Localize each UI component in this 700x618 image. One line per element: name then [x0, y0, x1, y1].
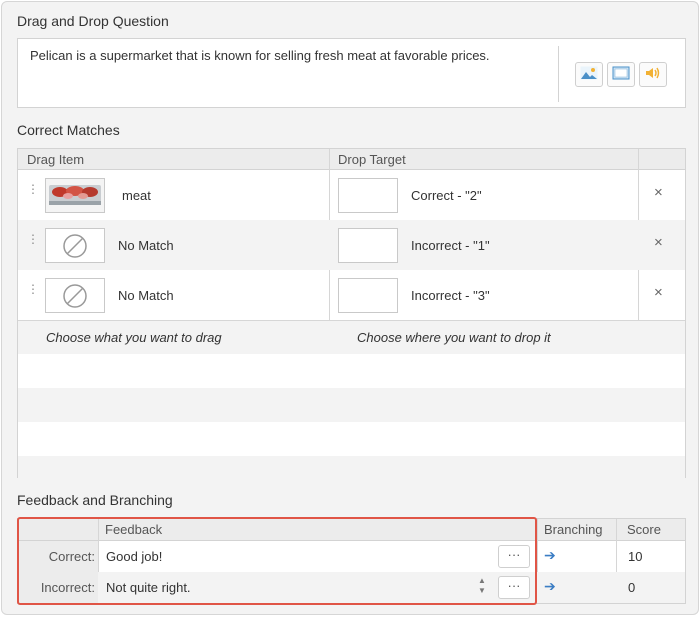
video-icon [612, 66, 630, 83]
drag-handle-icon[interactable]: ⋮ [27, 283, 39, 295]
branching-arrow-icon[interactable]: ➔ [544, 578, 556, 595]
drag-item-label: meat [122, 188, 151, 203]
feedback-section-title: Feedback and Branching [17, 492, 173, 508]
drag-drop-editor-panel: Drag and Drop Question Pelican is a supe… [1, 1, 699, 615]
insert-audio-button[interactable] [639, 62, 667, 87]
matches-header: Drag Item Drop Target [18, 149, 685, 170]
drag-item-label: No Match [118, 288, 174, 303]
drop-target-box[interactable] [338, 278, 398, 313]
insert-image-button[interactable] [575, 62, 603, 87]
image-icon [580, 66, 598, 83]
empty-row [18, 422, 685, 456]
question-divider [558, 46, 559, 102]
no-symbol-icon[interactable] [45, 228, 105, 263]
meat-image[interactable] [45, 178, 105, 213]
score-field[interactable]: 10 [628, 549, 642, 564]
remove-row-button[interactable]: × [654, 284, 663, 301]
branching-column-header: Branching [544, 522, 603, 537]
drag-handle-icon[interactable]: ⋮ [27, 183, 39, 195]
choose-drop-placeholder[interactable]: Choose where you want to drop it [357, 330, 551, 345]
drop-target-box[interactable] [338, 228, 398, 263]
question-text-box[interactable]: Pelican is a supermarket that is known f… [17, 38, 686, 108]
remove-row-button[interactable]: × [654, 184, 663, 201]
no-symbol-icon[interactable] [45, 278, 105, 313]
score-field[interactable]: 0 [628, 580, 635, 595]
question-section-title: Drag and Drop Question [17, 13, 169, 29]
match-row[interactable]: ⋮ meat Correct - "2" × [18, 170, 685, 220]
match-row[interactable]: ⋮ No Match Incorrect - "3" × [18, 270, 685, 320]
matches-section-title: Correct Matches [17, 122, 120, 138]
drop-target-label: Incorrect - "1" [411, 238, 490, 253]
drag-item-column-header: Drag Item [27, 152, 85, 167]
insert-video-button[interactable] [607, 62, 635, 87]
match-row[interactable]: ⋮ No Match Incorrect - "1" × [18, 220, 685, 270]
drop-target-box[interactable] [338, 178, 398, 213]
choose-drag-placeholder[interactable]: Choose what you want to drag [46, 330, 222, 345]
drag-handle-icon[interactable]: ⋮ [27, 233, 39, 245]
drop-target-label: Correct - "2" [411, 188, 482, 203]
drag-item-label: No Match [118, 238, 174, 253]
audio-icon [644, 66, 662, 83]
empty-row [18, 354, 685, 388]
correct-matches-table: Drag Item Drop Target ⋮ meat Correct - "… [17, 148, 686, 478]
drop-target-label: Incorrect - "3" [411, 288, 490, 303]
branching-arrow-icon[interactable]: ➔ [544, 547, 556, 564]
drop-target-column-header: Drop Target [338, 152, 406, 167]
remove-row-button[interactable]: × [654, 234, 663, 251]
new-match-row[interactable]: Choose what you want to drag Choose wher… [18, 320, 685, 354]
question-text[interactable]: Pelican is a supermarket that is known f… [30, 48, 490, 63]
feedback-highlight-outline [17, 517, 537, 605]
empty-row [18, 388, 685, 422]
empty-row [18, 456, 685, 478]
score-column-header: Score [627, 522, 661, 537]
